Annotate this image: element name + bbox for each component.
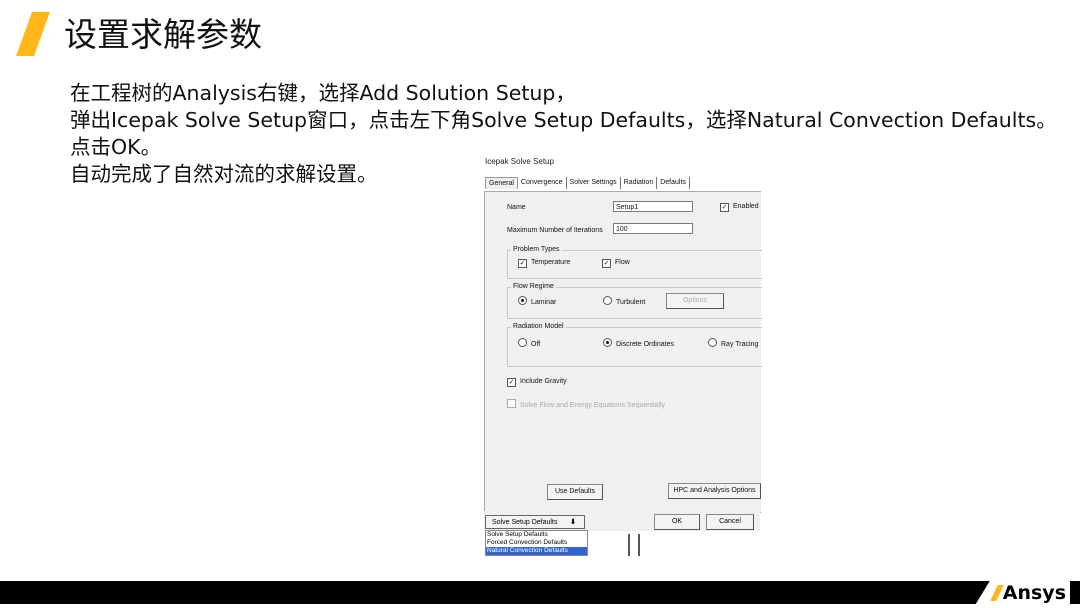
check-icon: ✓ [518,259,527,268]
ok-button[interactable]: OK [654,514,700,530]
radio-selected-icon [518,296,527,305]
flow-checkbox[interactable]: ✓ Flow [602,259,630,268]
check-icon: ✓ [602,259,611,268]
radio-icon [708,338,717,347]
dialog-title: Icepak Solve Setup [485,157,554,166]
temperature-label: Temperature [531,259,571,266]
instruction-text: 在工程树的Analysis右键，选择Add Solution Setup， 弹出… [70,80,1057,188]
flow-regime-group: Flow Regime Laminar Turbulent Options [507,283,762,319]
radiation-model-group: Radiation Model Off Discrete Ordinates R… [507,323,762,367]
discrete-ordinates-radio[interactable]: Discrete Ordinates [603,338,674,348]
flow-label: Flow [615,259,630,266]
problem-types-label: Problem Types [511,246,562,253]
solve-sequential-label: Solve Flow and Energy Equations Sequenti… [520,402,666,409]
dropdown-arrow-icon: ⬇ [570,519,576,526]
defaults-dropdown-list: Solve Setup Defaults Forced Convection D… [485,530,588,556]
general-panel: Name Setup1 ✓ Enabled Maximum Number of I… [484,191,762,513]
check-icon: ✓ [507,378,516,387]
instruction-line: 在工程树的Analysis右键，选择Add Solution Setup， [70,81,576,105]
tab-radiation[interactable]: Radiation [621,177,658,189]
iterations-field[interactable]: 100 [613,223,693,234]
dropdown-option[interactable]: Solve Setup Defaults [486,531,587,539]
cancel-button[interactable]: Cancel [706,514,754,530]
defaults-dropdown[interactable]: Solve Setup Defaults ⬇ [485,515,585,529]
include-gravity-checkbox[interactable]: ✓ Include Gravity [507,378,567,387]
off-label: Off [531,341,541,348]
tab-general[interactable]: General [485,177,518,189]
instruction-line: 弹出Icepak Solve Setup窗口，点击左下角Solve Setup … [70,108,1057,132]
solve-sequential-checkbox[interactable]: Solve Flow and Energy Equations Sequenti… [507,399,665,409]
tab-defaults[interactable]: Defaults [657,177,690,189]
tab-convergence[interactable]: Convergence [518,177,567,189]
turbulent-radio[interactable]: Turbulent [603,296,645,306]
turbulent-label: Turbulent [616,299,646,306]
scrollbar-fragment [628,534,640,556]
defaults-dropdown-value: Solve Setup Defaults [492,519,558,526]
dropdown-option-selected[interactable]: Natural Convection Defaults [486,547,587,555]
problem-types-group: Problem Types ✓ Temperature ✓ Flow [507,246,762,279]
temperature-checkbox[interactable]: ✓ Temperature [518,259,570,268]
checkbox-empty-icon [507,399,516,408]
iterations-label: Maximum Number of Iterations [507,227,603,234]
radio-icon [518,338,527,347]
ansys-mark-icon [990,584,1004,601]
dialog-tabs: General Convergence Solver Settings Radi… [485,177,690,189]
name-field[interactable]: Setup1 [613,201,693,212]
flow-regime-label: Flow Regime [511,283,556,290]
enabled-label: Enabled [733,203,759,210]
check-icon: ✓ [720,203,729,212]
hpc-options-button[interactable]: HPC and Analysis Options [668,483,761,499]
instruction-line: 点击OK。 [70,135,162,159]
radio-selected-icon [603,338,612,347]
ansys-logo: Ansys [975,581,1070,604]
include-gravity-label: Include Gravity [520,378,567,385]
page-title: 设置求解参数 [64,15,262,54]
laminar-label: Laminar [531,299,557,306]
radiation-off-radio[interactable]: Off [518,338,540,348]
name-label: Name [507,204,526,211]
radio-icon [603,296,612,305]
title-accent-slash [15,12,51,56]
tab-solver-settings[interactable]: Solver Settings [567,177,621,189]
ray-tracing-radio[interactable]: Ray Tracing [708,338,758,348]
dropdown-option[interactable]: Forced Convection Defaults [486,539,587,547]
options-button[interactable]: Options [666,293,724,309]
radiation-model-label: Radiation Model [511,323,566,330]
laminar-radio[interactable]: Laminar [518,296,556,306]
enabled-checkbox[interactable]: ✓ Enabled [720,203,759,212]
footer-bar [0,581,1080,604]
discrete-ordinates-label: Discrete Ordinates [616,341,674,348]
use-defaults-button[interactable]: Use Defaults [547,484,603,500]
ray-tracing-label: Ray Tracing [721,341,759,348]
ansys-logo-text: Ansys [1002,581,1066,604]
